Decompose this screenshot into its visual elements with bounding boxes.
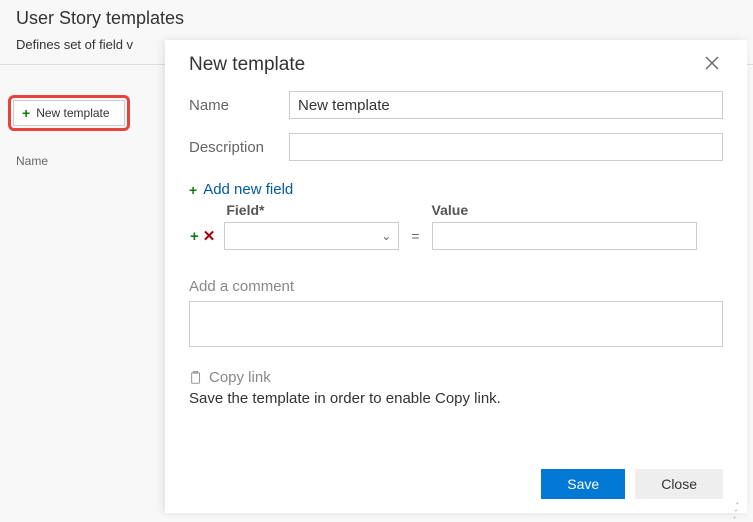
remove-row-button[interactable]: ✕	[202, 229, 217, 244]
new-template-button[interactable]: + New template	[13, 100, 125, 126]
value-column-header: Value	[432, 202, 697, 218]
plus-icon: +	[22, 106, 30, 120]
description-input[interactable]	[289, 133, 723, 161]
callout-highlight: + New template	[8, 95, 130, 131]
copy-link-hint: Save the template in order to enable Cop…	[189, 390, 723, 407]
field-select[interactable]	[224, 222, 399, 250]
column-header-name: Name	[16, 154, 48, 168]
name-label: Name	[189, 97, 289, 114]
link-icon	[189, 371, 203, 385]
save-button[interactable]: Save	[541, 469, 625, 499]
value-input[interactable]	[432, 222, 697, 250]
comment-label: Add a comment	[189, 278, 723, 295]
name-input[interactable]	[289, 91, 723, 119]
plus-icon: +	[189, 183, 197, 197]
field-column-header: Field*	[224, 202, 399, 218]
copy-link-button: Copy link	[189, 369, 723, 386]
add-row-button[interactable]: +	[189, 229, 200, 244]
field-row: + ✕ Field* ⌄ = Value	[189, 202, 723, 250]
close-button[interactable]: Close	[635, 469, 723, 499]
close-icon[interactable]	[701, 54, 723, 77]
add-field-link[interactable]: + Add new field	[189, 181, 723, 198]
page-title: User Story templates	[0, 0, 753, 33]
description-label: Description	[189, 139, 289, 156]
add-field-link-label: Add new field	[203, 181, 293, 198]
dialog-title: New template	[189, 54, 305, 76]
new-template-dialog: New template Name Description + Add new …	[165, 40, 747, 513]
comment-input[interactable]	[189, 301, 723, 347]
copy-link-label: Copy link	[209, 369, 271, 386]
equals-label: =	[407, 228, 423, 250]
new-template-button-label: New template	[36, 106, 109, 120]
